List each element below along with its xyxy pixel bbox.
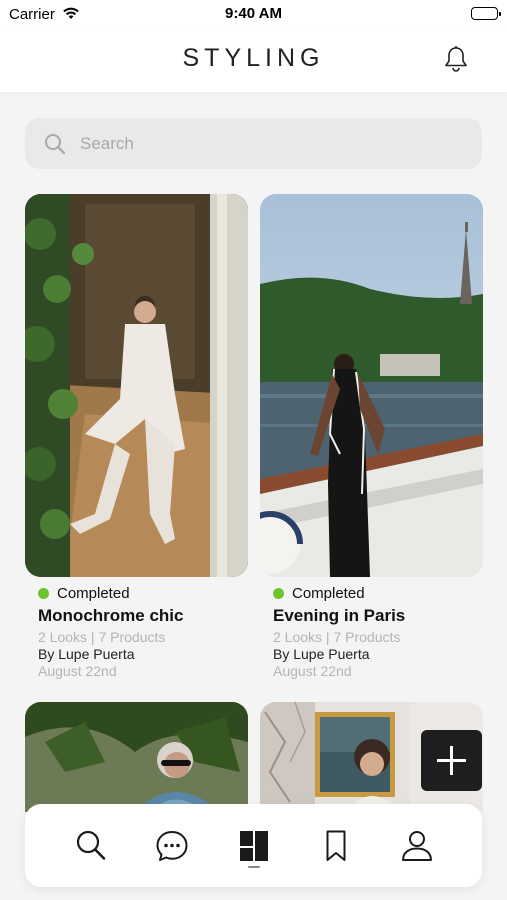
tab-search[interactable] <box>73 828 109 864</box>
add-styling-button[interactable] <box>421 730 482 791</box>
card-meta: 2 Looks | 7 Products <box>273 629 401 645</box>
tab-styling[interactable] <box>236 828 272 864</box>
page-title: STYLING <box>182 44 325 72</box>
clock: 9:40 AM <box>225 5 282 22</box>
app-header: STYLING <box>0 28 507 92</box>
styling-card[interactable]: Completed Monochrome chic 2 Looks | 7 Pr… <box>25 194 248 679</box>
card-meta: 2 Looks | 7 Products <box>38 629 166 645</box>
search-icon <box>76 830 106 860</box>
tab-profile[interactable] <box>399 828 435 864</box>
status-bar: Carrier 9:40 AM <box>0 0 507 28</box>
card-photo[interactable] <box>25 194 248 577</box>
status-label: Completed <box>273 585 483 602</box>
tab-saved[interactable] <box>318 828 354 864</box>
styling-card[interactable]: Completed Evening in Paris 2 Looks | 7 P… <box>260 194 483 679</box>
search-icon <box>43 132 67 161</box>
search-input[interactable]: Search <box>25 118 482 169</box>
chat-icon <box>156 831 188 861</box>
card-title: Evening in Paris <box>273 606 406 625</box>
card-date: August 22nd <box>38 663 117 679</box>
card-author: By Lupe Puerta <box>38 646 135 662</box>
bottom-tab-bar <box>25 804 482 887</box>
card-photo[interactable] <box>260 194 483 577</box>
status-dot <box>273 588 284 599</box>
battery-icon <box>471 7 501 20</box>
tab-messages[interactable] <box>154 828 190 864</box>
status-label: Completed <box>38 585 248 602</box>
card-title: Monochrome chic <box>38 606 184 625</box>
profile-icon <box>402 831 432 861</box>
status-text: Completed <box>57 585 130 602</box>
styling-grid-icon <box>240 831 268 861</box>
bell-icon[interactable] <box>443 45 469 78</box>
search-placeholder: Search <box>80 134 134 153</box>
card-date: August 22nd <box>273 663 352 679</box>
status-dot <box>38 588 49 599</box>
styling-card-photo[interactable] <box>25 702 248 812</box>
bookmark-icon <box>326 830 346 861</box>
active-tab-indicator <box>248 866 260 868</box>
card-author: By Lupe Puerta <box>273 646 370 662</box>
status-text: Completed <box>292 585 365 602</box>
